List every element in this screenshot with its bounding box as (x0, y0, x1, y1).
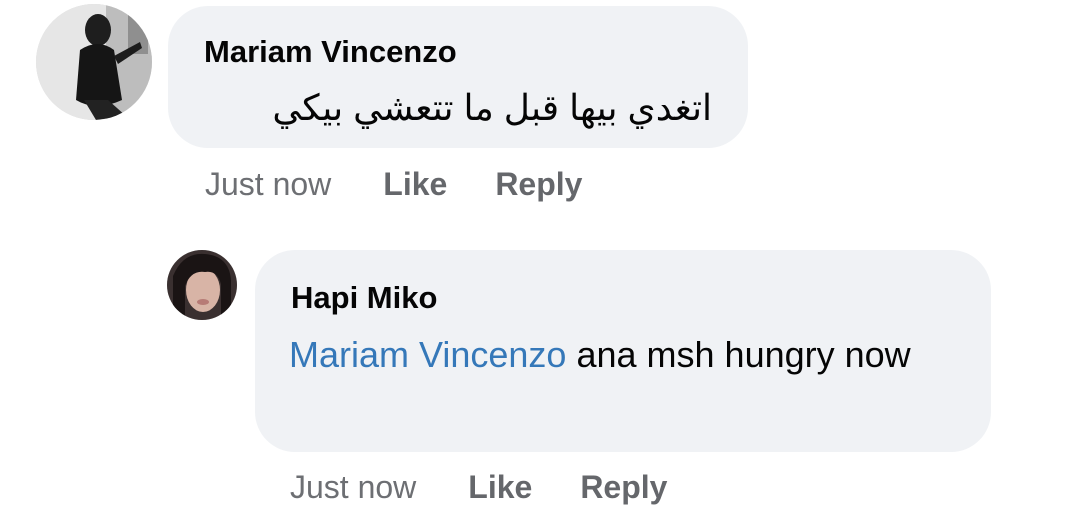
comment-author[interactable]: Hapi Miko (291, 280, 437, 316)
avatar[interactable] (36, 4, 152, 120)
comment-bubble: Mariam Vincenzo اتغدي بيها قبل ما تتعشي … (168, 6, 748, 148)
like-button[interactable]: Like (468, 469, 532, 506)
avatar[interactable] (167, 250, 237, 320)
profile-photo-icon (167, 250, 237, 320)
comment-actions: Just now Like Reply (205, 166, 582, 203)
comment-text-body: ana msh hungry now (576, 334, 911, 375)
profile-photo-icon (36, 4, 152, 120)
comment-text: اتغدي بيها قبل ما تتعشي بيكي (272, 87, 712, 128)
comment-author[interactable]: Mariam Vincenzo (204, 34, 457, 70)
like-button[interactable]: Like (383, 166, 447, 203)
comment-text: Mariam Vincenzo ana msh hungry now (289, 327, 969, 382)
comment-timestamp: Just now (290, 469, 417, 505)
comment-actions: Just now Like Reply (290, 469, 667, 506)
reply-button[interactable]: Reply (580, 469, 667, 506)
mention-link[interactable]: Mariam Vincenzo (289, 334, 566, 375)
reply-button[interactable]: Reply (495, 166, 582, 203)
comment-timestamp: Just now (205, 166, 332, 202)
comment-bubble: Hapi Miko Mariam Vincenzo ana msh hungry… (255, 250, 991, 452)
